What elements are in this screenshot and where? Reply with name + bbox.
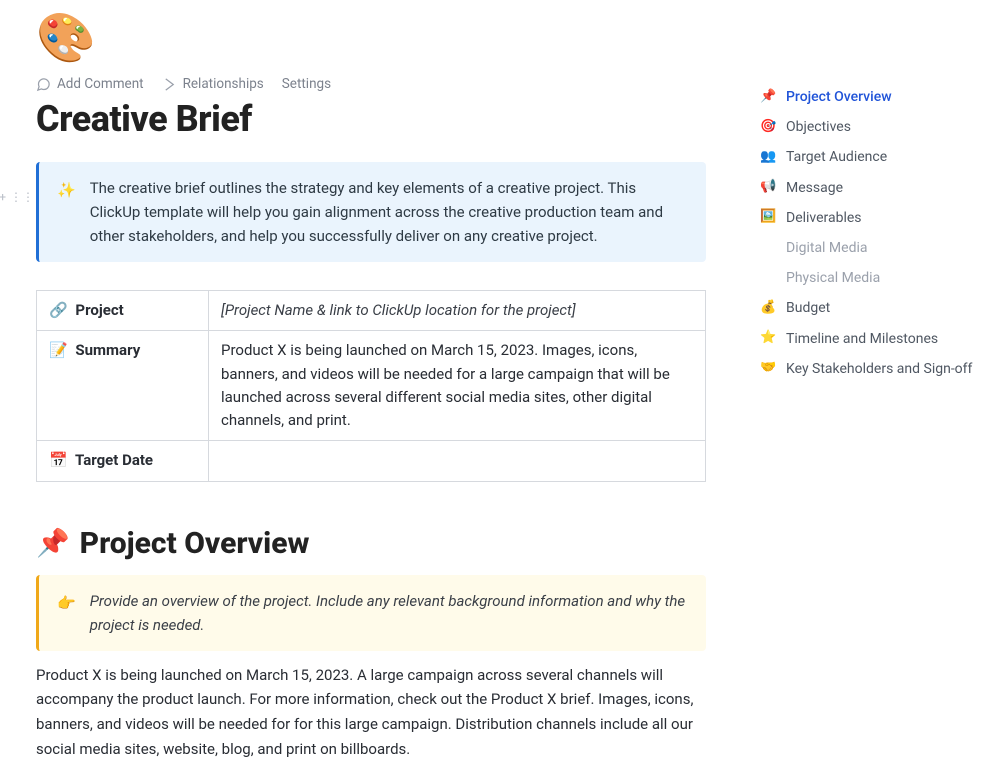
relationships-icon [162,77,177,92]
toc-label: Deliverables [786,209,862,227]
page-title[interactable]: Creative Brief [36,98,706,140]
sparkles-icon: ✨ [57,178,76,248]
target-date-value[interactable] [209,441,706,481]
block-handle[interactable]: + ⋮⋮ [0,190,36,204]
toc-label: Target Audience [786,148,887,166]
toc-sub-physical-media[interactable]: Physical Media [760,263,986,293]
add-comment-label: Add Comment [57,76,144,92]
section-overview-title[interactable]: 📌 Project Overview [36,526,706,561]
toc-label: Project Overview [786,88,892,106]
drag-handle-icon: ⋮⋮ [10,190,34,204]
toc-sub-digital-media[interactable]: Digital Media [760,233,986,263]
pushpin-icon: 📌 [36,527,70,559]
toc-item-timeline[interactable]: ⭐ Timeline and Milestones [760,324,986,354]
toc-item-project-overview[interactable]: 📌 Project Overview [760,82,986,112]
toc-item-objectives[interactable]: 🎯 Objectives [760,112,986,142]
intro-callout[interactable]: ✨ The creative brief outlines the strate… [36,162,706,262]
moneybag-icon: 💰 [760,300,778,317]
toc-item-target-audience[interactable]: 👥 Target Audience [760,142,986,172]
add-comment-button[interactable]: Add Comment [36,76,144,92]
link-icon: 🔗 [49,301,68,319]
toc-label: Objectives [786,118,851,136]
point-right-icon: 👉 [57,591,76,637]
toc-item-message[interactable]: 📢 Message [760,173,986,203]
table-row[interactable]: 📝 Summary Product X is being launched on… [37,331,706,441]
page-icon[interactable]: 🎨 [36,14,706,62]
toc-label: Physical Media [786,269,880,287]
summary-value[interactable]: Product X is being launched on March 15,… [209,331,706,441]
project-value[interactable]: [Project Name & link to ClickUp location… [209,291,706,331]
overview-hint-callout[interactable]: 👉 Provide an overview of the project. In… [36,575,706,651]
pushpin-icon: 📌 [760,89,778,106]
relationships-button[interactable]: Relationships [162,76,264,92]
summary-label: Summary [75,341,140,359]
project-label: Project [75,301,123,319]
calendar-icon: 📅 [49,451,68,469]
table-of-contents: 📌 Project Overview 🎯 Objectives 👥 Target… [726,0,986,712]
plus-icon: + [0,190,6,204]
relationships-label: Relationships [183,76,264,92]
main-content: 🎨 Add Comment Relationships Settings Cre… [36,0,726,712]
toc-item-deliverables[interactable]: 🖼️ Deliverables [760,203,986,233]
target-icon: 🎯 [760,119,778,136]
overview-body[interactable]: Product X is being launched on March 15,… [36,663,706,762]
info-table: 🔗 Project [Project Name & link to ClickU… [36,290,706,482]
picture-icon: 🖼️ [760,209,778,226]
toc-item-budget[interactable]: 💰 Budget [760,293,986,323]
toc-label: Budget [786,299,830,317]
star-icon: ⭐ [760,330,778,347]
page-toolbar: Add Comment Relationships Settings [36,76,706,92]
table-row[interactable]: 🔗 Project [Project Name & link to ClickU… [37,291,706,331]
settings-button[interactable]: Settings [282,76,331,92]
settings-label: Settings [282,76,331,92]
handshake-icon: 🤝 [760,360,778,377]
megaphone-icon: 📢 [760,179,778,196]
overview-hint-text: Provide an overview of the project. Incl… [90,589,688,637]
memo-icon: 📝 [49,341,68,359]
target-date-label: Target Date [75,451,153,469]
toc-label: Digital Media [786,239,868,257]
comment-icon [36,77,51,92]
toc-label: Key Stakeholders and Sign-off [786,360,972,378]
toc-label: Timeline and Milestones [786,330,938,348]
toc-label: Message [786,179,843,197]
table-row[interactable]: 📅 Target Date [37,441,706,481]
section-overview-label: Project Overview [80,526,310,561]
people-icon: 👥 [760,149,778,166]
toc-item-stakeholders[interactable]: 🤝 Key Stakeholders and Sign-off [760,354,986,384]
intro-callout-text: The creative brief outlines the strategy… [90,176,688,248]
